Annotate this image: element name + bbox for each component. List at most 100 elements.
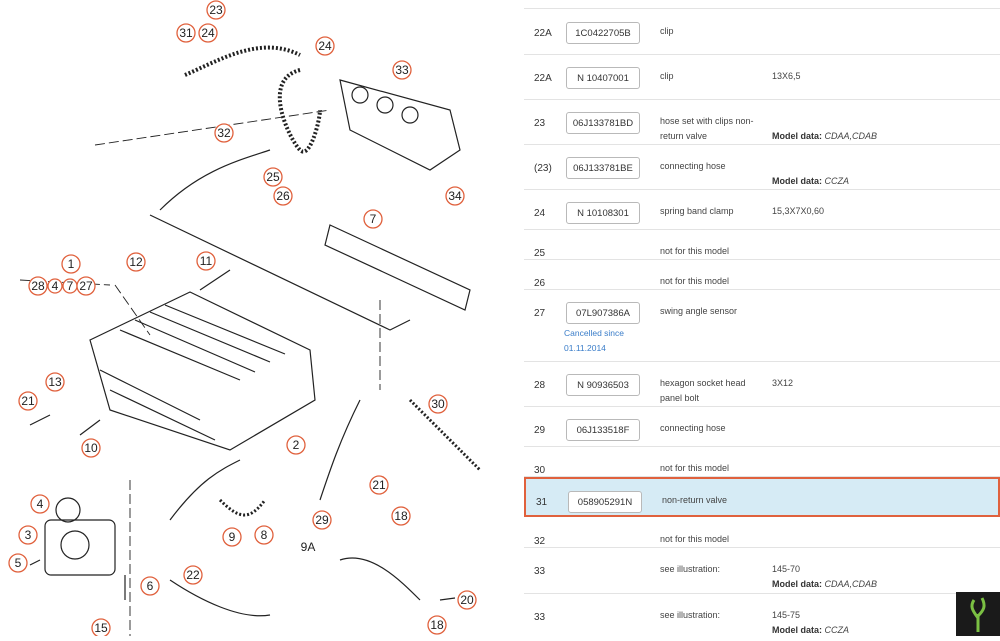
svg-text:11: 11 bbox=[200, 254, 213, 268]
svg-text:21: 21 bbox=[372, 478, 386, 492]
position-number: (23) bbox=[534, 163, 552, 174]
part-remark: 145-70 Model data: CDAA,CDAB bbox=[772, 562, 877, 592]
parts-row[interactable]: 33 see illustration: 145-70 Model data: CDA… bbox=[524, 548, 1000, 594]
parts-row[interactable]: 27 07L907386A swing angle sensor Cancelled … bbox=[524, 290, 1000, 362]
position-number: 28 bbox=[534, 380, 546, 391]
parts-row[interactable]: 24 N 10108301 spring band clamp 15,3X7X0,60 bbox=[524, 190, 1000, 230]
remark-text: 145-75 bbox=[772, 610, 801, 620]
position-number: 29 bbox=[534, 425, 546, 436]
parts-row[interactable]: 33 see illustration: 145-75 Model data: CCZ… bbox=[524, 594, 1000, 636]
position-number: 24 bbox=[534, 208, 546, 219]
part-description: connecting hose bbox=[660, 423, 726, 433]
part-remark: 15,3X7X0,60 bbox=[772, 204, 824, 219]
part-remark: Model data: CCZA bbox=[772, 159, 849, 189]
part-remark: 145-75 Model data: CCZA bbox=[772, 608, 849, 636]
model-data-value: CCZA bbox=[824, 625, 850, 635]
parts-row[interactable]: 31 058905291N non-return valve bbox=[524, 477, 1000, 517]
svg-text:15: 15 bbox=[94, 621, 108, 635]
part-description: non-return valve bbox=[662, 495, 728, 505]
part-description: not for this model bbox=[660, 276, 730, 286]
model-data-label: Model data: bbox=[772, 131, 823, 141]
svg-text:7: 7 bbox=[67, 279, 74, 293]
part-number-box[interactable]: 06J133781BE bbox=[566, 157, 640, 179]
svg-text:10: 10 bbox=[84, 441, 98, 455]
position-number: 26 bbox=[534, 278, 546, 289]
parts-row[interactable]: 26 not for this model bbox=[524, 260, 1000, 290]
parts-row[interactable]: 28 N 90936503 hexagon socket head panel bo… bbox=[524, 362, 1000, 407]
model-data-label: Model data: bbox=[772, 176, 823, 186]
model-data-value: CDAA,CDAB bbox=[824, 579, 878, 589]
position-number: 31 bbox=[536, 497, 548, 508]
svg-text:12: 12 bbox=[129, 255, 143, 269]
svg-text:32: 32 bbox=[217, 126, 231, 140]
parts-row[interactable]: 22A 1C0422705B clip bbox=[524, 10, 1000, 55]
position-number: 33 bbox=[534, 612, 546, 623]
model-data-value: CDAA,CDAB bbox=[824, 131, 878, 141]
part-description: not for this model bbox=[660, 463, 730, 473]
parts-row[interactable]: 32 not for this model bbox=[524, 518, 1000, 548]
parts-row[interactable]: 22A N 10407001 clip 13X6,5 bbox=[524, 55, 1000, 100]
model-data-value: CCZA bbox=[824, 176, 850, 186]
model-data-label: Model data: bbox=[772, 579, 823, 589]
svg-text:4: 4 bbox=[37, 497, 44, 511]
parts-row[interactable]: 23 06J133781BD hose set with clips non-ret… bbox=[524, 100, 1000, 145]
svg-text:29: 29 bbox=[315, 513, 329, 527]
part-remark: Model data: CDAA,CDAB bbox=[772, 114, 877, 144]
part-number-box[interactable]: N 10407001 bbox=[566, 67, 640, 89]
part-number-box[interactable]: N 10108301 bbox=[566, 202, 640, 224]
svg-text:9: 9 bbox=[229, 530, 236, 544]
part-number-box[interactable]: 058905291N bbox=[568, 491, 642, 513]
part-description: hexagon socket head panel bolt bbox=[660, 378, 746, 403]
svg-text:33: 33 bbox=[395, 63, 409, 77]
remark-text: 13X6,5 bbox=[772, 71, 801, 81]
parts-row[interactable]: 25 not for this model bbox=[524, 230, 1000, 260]
cancelled-note[interactable]: Cancelled since 01.11.2014 bbox=[564, 326, 628, 356]
svg-text:13: 13 bbox=[48, 375, 62, 389]
position-number: 33 bbox=[534, 566, 546, 577]
parts-row[interactable]: 30 not for this model bbox=[524, 447, 1000, 477]
svg-text:1: 1 bbox=[68, 257, 75, 271]
part-remark: 13X6,5 bbox=[772, 69, 801, 84]
part-number-box[interactable]: N 90936503 bbox=[566, 374, 640, 396]
svg-text:7: 7 bbox=[370, 212, 377, 226]
part-description: swing angle sensor bbox=[660, 306, 738, 316]
svg-text:2: 2 bbox=[293, 438, 300, 452]
svg-text:8: 8 bbox=[261, 528, 268, 542]
position-number: 23 bbox=[534, 118, 546, 129]
part-description: clip bbox=[660, 71, 674, 81]
svg-text:4: 4 bbox=[52, 279, 59, 293]
svg-text:9A: 9A bbox=[301, 540, 316, 554]
part-number-box[interactable]: 07L907386A bbox=[566, 302, 640, 324]
svg-text:22: 22 bbox=[186, 568, 200, 582]
svg-text:28: 28 bbox=[31, 279, 45, 293]
svg-text:18: 18 bbox=[430, 618, 444, 632]
position-number: 25 bbox=[534, 248, 546, 259]
part-description: clip bbox=[660, 26, 674, 36]
svg-text:30: 30 bbox=[431, 397, 445, 411]
parts-row[interactable]: 29 06J133518F connecting hose bbox=[524, 407, 1000, 447]
remark-text: 3X12 bbox=[772, 378, 794, 388]
svg-text:25: 25 bbox=[266, 170, 280, 184]
diagram-callouts: 23 31 24 24 33 32 25 26 34 7 1 28 4 7 27… bbox=[8, 0, 477, 636]
part-number-box[interactable]: 06J133518F bbox=[566, 419, 640, 441]
parts-row[interactable]: (23) 06J133781BE connecting hose Model data… bbox=[524, 145, 1000, 190]
part-description: not for this model bbox=[660, 534, 730, 544]
model-data-label: Model data: bbox=[772, 625, 823, 635]
remark-text: 145-70 bbox=[772, 564, 801, 574]
part-number-box[interactable]: 1C0422705B bbox=[566, 22, 640, 44]
part-remark: 3X12 bbox=[772, 376, 793, 391]
part-description: not for this model bbox=[660, 246, 730, 256]
svg-text:20: 20 bbox=[460, 593, 474, 607]
thumbnail-image[interactable] bbox=[956, 592, 1000, 636]
position-number: 27 bbox=[534, 308, 546, 319]
position-number: 30 bbox=[534, 465, 546, 476]
position-number: 32 bbox=[534, 536, 546, 547]
part-description: connecting hose bbox=[660, 161, 726, 171]
svg-text:23: 23 bbox=[209, 3, 223, 17]
svg-text:31: 31 bbox=[179, 26, 193, 40]
parts-list-top-border bbox=[524, 0, 1000, 9]
svg-text:5: 5 bbox=[15, 556, 22, 570]
svg-text:24: 24 bbox=[201, 26, 215, 40]
part-number-box[interactable]: 06J133781BD bbox=[566, 112, 640, 134]
parts-list: 22A 1C0422705B clip 22A N 10407001 clip 13X6,5… bbox=[524, 0, 1000, 636]
